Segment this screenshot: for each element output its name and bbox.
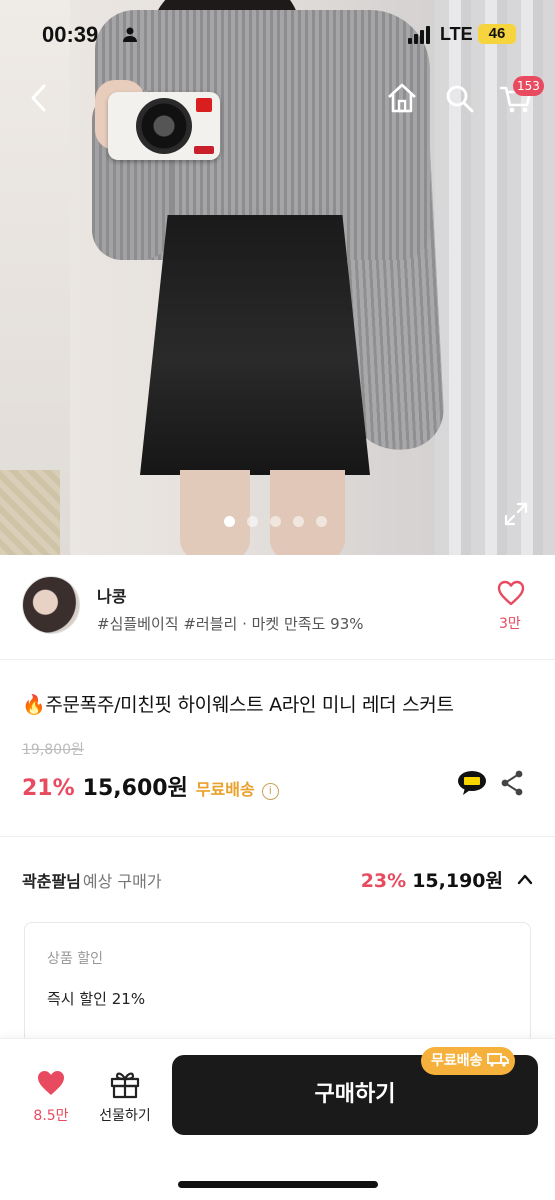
heart-filled-icon bbox=[36, 1069, 66, 1097]
search-icon[interactable] bbox=[441, 80, 477, 116]
gift-icon bbox=[109, 1069, 141, 1099]
expand-icon[interactable] bbox=[503, 501, 529, 527]
like-count: 8.5만 bbox=[33, 1108, 69, 1124]
cart-count-badge: 153 bbox=[513, 76, 544, 96]
seller-like-count: 3만 bbox=[499, 616, 521, 632]
discount-rate: 21% bbox=[22, 776, 75, 801]
seller-tags: #심플베이직 #러블리 · 마켓 만족도 93% bbox=[97, 615, 364, 633]
camera-label bbox=[194, 146, 214, 154]
discount-caption: 상품 할인 bbox=[47, 951, 103, 967]
sale-price: 15,600원 bbox=[82, 776, 188, 801]
shipping-label: 무료배송 bbox=[195, 780, 255, 799]
pagination-dot[interactable] bbox=[293, 516, 304, 527]
free-shipping-tag: 무료배송 bbox=[421, 1047, 515, 1075]
bottom-action-bar: 8.5만 선물하기 구매하기 무료배송 bbox=[0, 1038, 555, 1200]
status-time: 00:39 bbox=[42, 22, 99, 47]
model-leg bbox=[180, 470, 250, 555]
price-row: 21% 15,600원 무료배송 i bbox=[22, 770, 279, 801]
free-shipping-tag-label: 무료배송 bbox=[431, 1053, 483, 1069]
info-icon[interactable]: i bbox=[261, 783, 279, 800]
seller-section[interactable]: 나콩 #심플베이직 #러블리 · 마켓 만족도 93% 3만 bbox=[0, 555, 555, 660]
pagination-dot[interactable] bbox=[316, 516, 327, 527]
camera-lens bbox=[136, 98, 192, 154]
model-skirt bbox=[140, 215, 370, 475]
pagination-dot[interactable] bbox=[270, 516, 281, 527]
image-pagination bbox=[224, 516, 327, 527]
kakao-talk-icon[interactable] bbox=[457, 770, 487, 796]
background-furniture bbox=[0, 470, 60, 555]
back-icon[interactable] bbox=[22, 80, 58, 116]
discount-item: 즉시 할인 21% bbox=[47, 990, 146, 1008]
expected-price-caption: 예상 구매가 bbox=[82, 872, 162, 891]
truck-icon bbox=[486, 1049, 509, 1067]
expected-price-toggle[interactable]: 23% 15,190원 bbox=[360, 866, 533, 893]
section-divider bbox=[0, 836, 555, 837]
share-icon[interactable] bbox=[500, 770, 524, 796]
camera-logo bbox=[196, 98, 212, 112]
expected-rate: 23% bbox=[360, 870, 407, 892]
status-bar: 00:39 LTE 46 bbox=[0, 22, 555, 52]
pagination-dot[interactable] bbox=[247, 516, 258, 527]
model-leg bbox=[270, 470, 345, 555]
network-label: LTE bbox=[440, 24, 473, 44]
like-button[interactable]: 8.5만 bbox=[28, 1069, 74, 1125]
gift-label: 선물하기 bbox=[99, 1108, 151, 1124]
home-icon[interactable] bbox=[384, 80, 420, 116]
pagination-dot[interactable] bbox=[224, 516, 235, 527]
original-price: 19,800원 bbox=[22, 742, 84, 758]
person-icon bbox=[122, 26, 138, 46]
chevron-up-icon[interactable] bbox=[517, 869, 533, 885]
battery-icon: 46 bbox=[478, 24, 516, 44]
heart-icon[interactable] bbox=[497, 580, 525, 606]
signal-icon bbox=[408, 26, 434, 44]
fire-icon: 🔥 bbox=[22, 694, 46, 716]
gift-button[interactable]: 선물하기 bbox=[92, 1069, 158, 1125]
product-title: 🔥주문폭주/미친핏 하이웨스트 A라인 미니 레더 스커트 bbox=[22, 690, 454, 717]
seller-name[interactable]: 나콩 bbox=[97, 583, 126, 607]
expected-price-label: 곽춘팔님 예상 구매가 bbox=[22, 868, 162, 892]
home-indicator bbox=[178, 1181, 378, 1188]
camera-prop bbox=[108, 92, 220, 160]
user-name: 곽춘팔님 bbox=[22, 872, 81, 891]
expected-price: 15,190원 bbox=[412, 870, 503, 892]
product-title-text: 주문폭주/미친핏 하이웨스트 A라인 미니 레더 스커트 bbox=[45, 694, 454, 716]
seller-avatar[interactable] bbox=[22, 576, 80, 634]
